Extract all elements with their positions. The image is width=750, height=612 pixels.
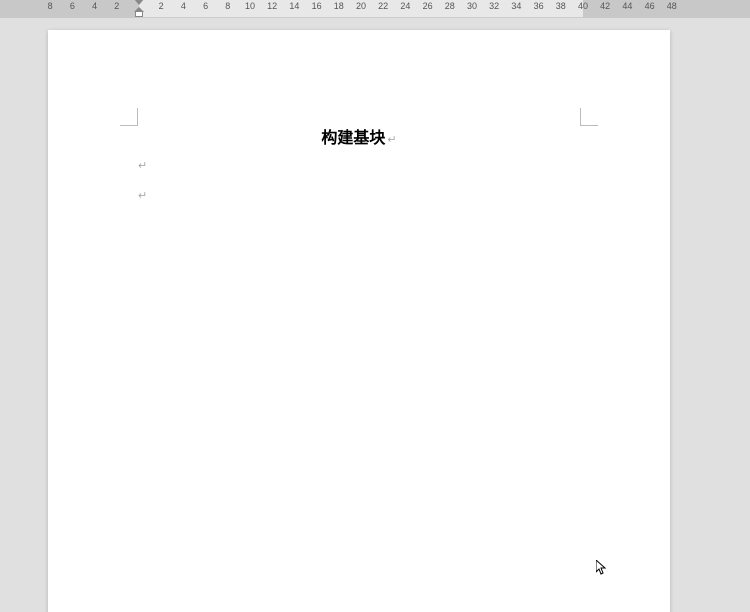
document-title-line[interactable]: 构建基块↵ (138, 128, 580, 151)
ruler-tick: 32 (489, 1, 499, 11)
left-indent-marker[interactable] (135, 11, 143, 17)
page[interactable]: 构建基块↵ ↵ ↵ (48, 30, 670, 612)
margin-guide-top-left (120, 108, 138, 126)
ruler-tick: 22 (378, 1, 388, 11)
ruler-tick: 30 (467, 1, 477, 11)
ruler-tick: 40 (578, 1, 588, 11)
ruler-tick: 28 (445, 1, 455, 11)
document-workspace: 构建基块↵ ↵ ↵ (0, 18, 750, 612)
horizontal-ruler[interactable]: 8642246810121416182022242628303234363840… (0, 0, 750, 18)
ruler-tick: 18 (334, 1, 344, 11)
ruler-tick: 26 (423, 1, 433, 11)
ruler-tick: 34 (511, 1, 521, 11)
ruler-tick: 46 (645, 1, 655, 11)
ruler-tick: 4 (181, 1, 186, 11)
ruler-tick: 6 (70, 1, 75, 11)
ruler-tick: 4 (92, 1, 97, 11)
ruler-tick: 12 (267, 1, 277, 11)
ruler-tick: 42 (600, 1, 610, 11)
ruler-tick: 2 (159, 1, 164, 11)
ruler-tick: 6 (203, 1, 208, 11)
ruler-tick: 16 (312, 1, 322, 11)
ruler-tick: 36 (534, 1, 544, 11)
ruler-tick: 38 (556, 1, 566, 11)
document-title[interactable]: 构建基块 (321, 130, 385, 147)
ruler-tick: 8 (225, 1, 230, 11)
ruler-tick: 10 (245, 1, 255, 11)
empty-paragraph[interactable]: ↵ (138, 151, 580, 181)
ruler-tick: 44 (622, 1, 632, 11)
ruler-tick: 14 (289, 1, 299, 11)
empty-paragraph[interactable]: ↵ (138, 181, 580, 211)
ruler-tick: 2 (114, 1, 119, 11)
page-content[interactable]: 构建基块↵ ↵ ↵ (138, 128, 580, 211)
paragraph-mark-icon: ↵ (387, 134, 396, 146)
ruler-tick: 8 (48, 1, 53, 11)
margin-guide-top-right (580, 108, 598, 126)
first-line-indent-marker[interactable] (134, 0, 144, 5)
ruler-tick: 20 (356, 1, 366, 11)
ruler-tick: 24 (400, 1, 410, 11)
ruler-tick: 48 (667, 1, 677, 11)
ruler-ticks: 8642246810121416182022242628303234363840… (0, 0, 750, 18)
